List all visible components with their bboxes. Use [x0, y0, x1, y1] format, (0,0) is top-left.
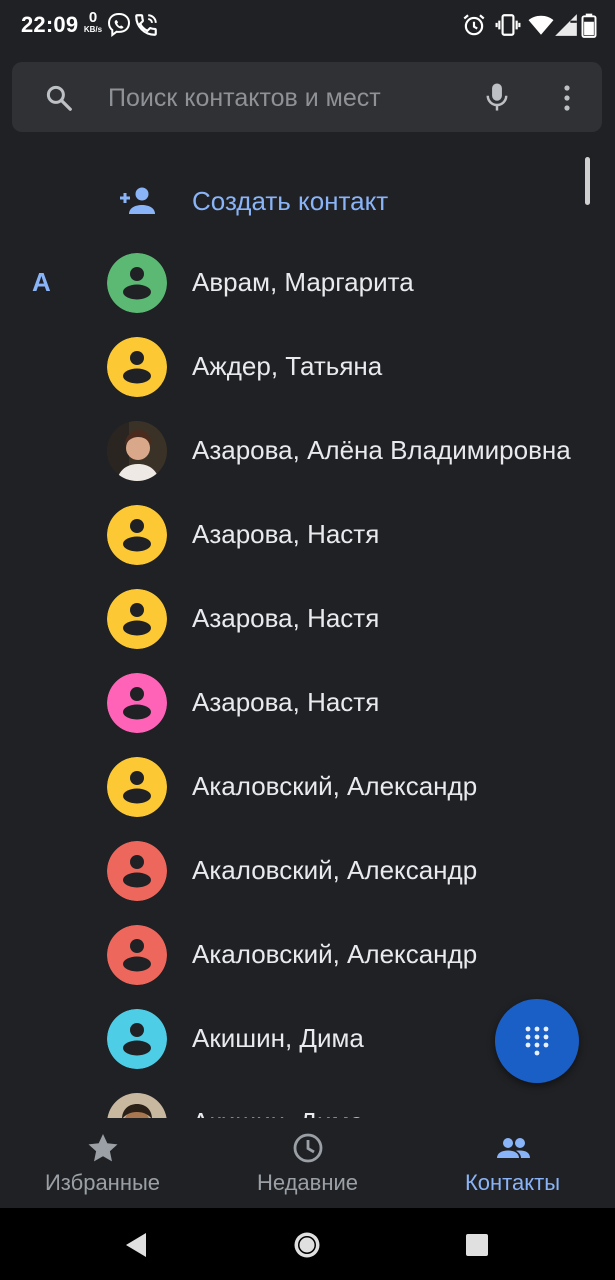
clock-icon — [293, 1133, 323, 1163]
contact-name: Акишин, Дима — [192, 1107, 580, 1118]
avatar — [107, 337, 167, 397]
tab-favorites[interactable]: Избранные — [0, 1118, 205, 1208]
contact-row[interactable]: Акаловский, Александр — [0, 745, 580, 829]
avatar — [107, 505, 167, 565]
system-navigation-bar — [0, 1208, 615, 1280]
network-speed-unit: KB/s — [83, 25, 103, 34]
status-time: 22:09 — [21, 12, 79, 37]
contact-name: Азарова, Настя — [192, 603, 380, 633]
status-bar: 22:09 0 KB/s — [0, 0, 615, 50]
person-placeholder-icon — [107, 253, 167, 313]
network-speed-value: 0 — [88, 9, 98, 26]
search-input[interactable]: Поиск контактов и мест — [108, 84, 381, 113]
contact-name: Акаловский, Александр — [192, 939, 478, 969]
vibrate-icon — [495, 14, 521, 36]
avatar-photo — [107, 1093, 167, 1118]
alarm-icon — [463, 14, 485, 36]
contact-row[interactable]: Азарова, Настя — [0, 661, 580, 745]
person-placeholder-icon — [107, 589, 167, 649]
dialpad-button[interactable] — [495, 999, 579, 1083]
person-placeholder-icon — [107, 1009, 167, 1069]
contact-row[interactable]: Аждер, Татьяна — [0, 325, 580, 409]
contact-row[interactable]: Акаловский, Александр — [0, 829, 580, 913]
avatar — [107, 673, 167, 733]
contact-row[interactable]: Акаловский, Александр — [0, 913, 580, 997]
viber-icon — [107, 12, 131, 38]
avatar-photo — [107, 421, 167, 481]
battery-icon — [581, 13, 597, 38]
recents-icon[interactable] — [462, 1230, 492, 1260]
contact-name: Аврам, Маргарита — [192, 267, 414, 297]
tab-recents[interactable]: Недавние — [205, 1118, 410, 1208]
dialpad-icon — [525, 1026, 549, 1056]
add-person-icon — [120, 187, 155, 214]
person-placeholder-icon — [107, 841, 167, 901]
contact-name: Акаловский, Александр — [192, 771, 478, 801]
contact-name: Азарова, Настя — [192, 519, 380, 549]
person-placeholder-icon — [107, 337, 167, 397]
person-placeholder-icon — [107, 505, 167, 565]
home-icon[interactable] — [292, 1230, 322, 1260]
contact-row[interactable]: Азарова, Настя — [0, 577, 580, 661]
tab-label: Недавние — [256, 1170, 359, 1195]
contact-row[interactable]: А Аврам, Маргарита — [0, 241, 580, 325]
person-placeholder-icon — [107, 673, 167, 733]
create-contact-label: Создать контакт — [192, 186, 389, 216]
avatar — [107, 841, 167, 901]
person-placeholder-icon — [107, 757, 167, 817]
contact-list[interactable]: А Аврам, Маргарита Аждер, Татьяна Азаров… — [0, 241, 615, 1118]
tab-label: Контакты — [464, 1170, 561, 1195]
avatar — [107, 925, 167, 985]
scrollbar-thumb[interactable] — [585, 157, 590, 205]
contact-row[interactable]: Азарова, Настя — [0, 493, 580, 577]
contact-name: Азарова, Настя — [192, 687, 380, 717]
contact-name: Акаловский, Александр — [192, 855, 478, 885]
avatar — [107, 253, 167, 313]
avatar — [107, 589, 167, 649]
network-speed: 0 KB/s — [80, 10, 106, 34]
contact-name: Аждер, Татьяна — [192, 351, 383, 381]
contact-photo — [107, 1093, 167, 1118]
mic-icon[interactable] — [482, 81, 512, 113]
search-icon[interactable] — [44, 83, 74, 113]
bottom-navigation: Избранные Недавние Контакты — [0, 1118, 615, 1208]
search-bar[interactable]: Поиск контактов и мест — [12, 62, 602, 132]
contact-name: Азарова, Алёна Владимировна — [192, 435, 571, 465]
wifi-icon — [528, 15, 554, 35]
person-placeholder-icon — [107, 925, 167, 985]
create-contact-button[interactable]: Создать контакт — [0, 160, 580, 240]
star-icon — [88, 1134, 118, 1162]
back-icon[interactable] — [122, 1230, 152, 1260]
more-vert-icon[interactable] — [557, 82, 577, 114]
avatar — [107, 757, 167, 817]
contact-row[interactable]: Акишин, Дима — [0, 1081, 580, 1118]
tab-label: Избранные — [44, 1170, 161, 1195]
tab-contacts[interactable]: Контакты — [410, 1118, 615, 1208]
contact-photo — [107, 421, 167, 481]
avatar — [107, 1009, 167, 1069]
contact-row[interactable]: Азарова, Алёна Владимировна — [0, 409, 580, 493]
call-icon — [135, 14, 157, 36]
people-icon — [497, 1138, 530, 1158]
section-letter: А — [32, 267, 51, 297]
contact-row[interactable]: Акишин, Дима — [0, 997, 580, 1081]
